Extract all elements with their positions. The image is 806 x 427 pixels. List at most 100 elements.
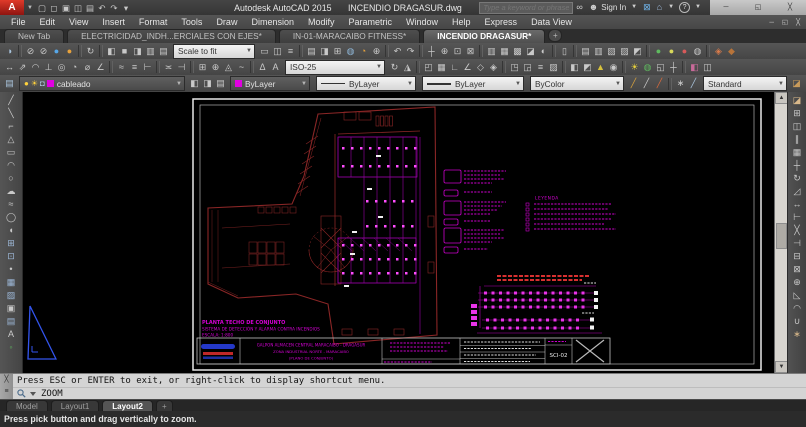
dim-update-icon[interactable]: ↻ <box>388 61 401 74</box>
join-icon[interactable]: ⊕ <box>790 276 804 289</box>
separator[interactable] <box>479 45 483 57</box>
restore-button[interactable]: ◱ <box>748 0 768 15</box>
polar-icon[interactable]: ∠ <box>461 61 474 74</box>
menu-item[interactable]: Edit <box>33 15 63 29</box>
dim-linear-icon[interactable]: ↔ <box>3 61 16 74</box>
viewport-polygonal-icon[interactable]: ▥ <box>144 45 157 58</box>
dim-style-icon[interactable]: ◮ <box>401 61 414 74</box>
fillet-icon[interactable]: ◠ <box>790 302 804 315</box>
designcenter-icon[interactable]: ▦ <box>498 45 511 58</box>
layer-lock-icon[interactable]: ◘ <box>40 79 45 88</box>
redo-list-icon[interactable]: ↷ <box>404 45 417 58</box>
separator[interactable] <box>109 61 113 73</box>
redo-icon[interactable]: ↷ <box>108 2 120 14</box>
express-tool-icon[interactable]: ◆ <box>725 45 738 58</box>
autocad-logo[interactable]: A <box>0 0 24 15</box>
dim-continue-icon[interactable]: ⊢ <box>141 61 154 74</box>
add-selected-icon[interactable]: ◦ <box>4 341 18 354</box>
recent-commands-caret-icon[interactable] <box>30 391 36 396</box>
qnew-icon[interactable]: ▢ <box>36 2 48 14</box>
erase-icon[interactable]: ◪ <box>790 94 804 107</box>
layer-walk-icon[interactable]: ◩ <box>631 45 644 58</box>
offset-icon[interactable]: ∥ <box>790 133 804 146</box>
zoom-previous-icon[interactable]: ⊠ <box>464 45 477 58</box>
etransmit-icon[interactable]: ◔ <box>357 45 370 58</box>
break-at-point-icon[interactable]: ⊟ <box>790 250 804 263</box>
construction-line-icon[interactable]: ╲ <box>4 107 18 120</box>
separator[interactable] <box>416 61 420 73</box>
saveas-icon[interactable]: ◫ <box>72 2 84 14</box>
separator[interactable] <box>562 61 566 73</box>
menu-item[interactable]: Parametric <box>342 15 400 29</box>
dim-diameter-icon[interactable]: ⌀ <box>81 61 94 74</box>
lineweight-toggle-icon[interactable]: ≡ <box>534 61 547 74</box>
scale-icon[interactable]: ◿ <box>790 185 804 198</box>
mirror-icon[interactable]: ◫ <box>790 120 804 133</box>
center-mark-icon[interactable]: ⊕ <box>209 61 222 74</box>
sign-in-button[interactable]: Sign In <box>601 3 628 12</box>
separator[interactable] <box>668 77 672 90</box>
dim-angular-icon[interactable]: ∠ <box>94 61 107 74</box>
ortho-icon[interactable]: ∟ <box>448 61 461 74</box>
menu-item[interactable]: View <box>62 15 95 29</box>
file-tab[interactable]: IN-01-MARACAIBO FITNESS* <box>278 29 421 43</box>
lengthen-icon[interactable]: ⊢ <box>790 211 804 224</box>
separator[interactable] <box>190 61 194 73</box>
explode-icon[interactable]: ∗ <box>790 328 804 341</box>
polygon-icon[interactable]: △ <box>4 133 18 146</box>
dim-style-combo[interactable]: ISO-25 ▼ <box>285 59 385 75</box>
search-input[interactable] <box>479 1 574 14</box>
command-customize-icon[interactable]: ≡ <box>4 386 8 398</box>
chamfer-icon[interactable]: ◺ <box>790 289 804 302</box>
copy-icon[interactable]: ⊞ <box>790 107 804 120</box>
separator[interactable] <box>18 45 22 57</box>
sheetset-manager-icon[interactable]: ▭ <box>258 45 271 58</box>
menu-item[interactable]: Format <box>132 15 175 29</box>
stretch-icon[interactable]: ↔ <box>790 198 804 211</box>
menu-item[interactable]: Dimension <box>244 15 301 29</box>
doc-close-button[interactable]: ╳ <box>792 18 804 26</box>
dim-inspect-icon[interactable]: ◬ <box>222 61 235 74</box>
menu-item[interactable]: File <box>4 15 33 29</box>
object-color-combo[interactable]: ByLayer ▼ <box>230 76 310 91</box>
grid-icon[interactable]: ▦ <box>435 61 448 74</box>
help-caret-icon[interactable]: ▼ <box>692 0 704 15</box>
rectangle-icon[interactable]: ▭ <box>4 146 18 159</box>
separator[interactable] <box>646 45 650 57</box>
dim-text-edit-icon[interactable]: A <box>269 61 282 74</box>
materials-icon[interactable]: ◐ <box>537 45 550 58</box>
separator[interactable] <box>706 45 710 57</box>
separator[interactable] <box>419 45 423 57</box>
dim-arclength-icon[interactable]: ◠ <box>29 61 42 74</box>
menu-item[interactable]: Data View <box>524 15 579 29</box>
undo-list-icon[interactable]: ↶ <box>391 45 404 58</box>
dbconnect-icon[interactable]: ◍ <box>344 45 357 58</box>
hardware-accel-icon[interactable]: ◍ <box>641 61 654 74</box>
settings-icon[interactable]: ◍ <box>691 45 704 58</box>
table-icon[interactable]: ▤ <box>4 315 18 328</box>
dim-edit-icon[interactable]: Δ <box>256 61 269 74</box>
batch-plot-icon[interactable]: ▨ <box>618 45 631 58</box>
paint-icon[interactable]: ◧ <box>688 61 701 74</box>
insert-block-icon[interactable]: ⊞ <box>4 237 18 250</box>
menu-item[interactable]: Draw <box>209 15 244 29</box>
selection-cycling-icon[interactable]: ◩ <box>581 61 594 74</box>
separator[interactable] <box>573 45 577 57</box>
workspace-icon[interactable]: ◑ <box>3 45 16 58</box>
viewport-join-icon[interactable]: ■ <box>118 45 131 58</box>
linetype-style-2-icon[interactable]: ╱ <box>640 77 653 90</box>
plot-preview-icon[interactable]: ⊘ <box>24 45 37 58</box>
quickcalc-icon[interactable]: ◪ <box>524 45 537 58</box>
user-icon[interactable]: ☻ <box>586 0 601 15</box>
block-editor-icon[interactable]: ◨ <box>318 45 331 58</box>
plot-icon[interactable]: ▤ <box>84 2 96 14</box>
revision-cloud-icon[interactable]: ☁ <box>4 185 18 198</box>
sheetset-open-icon[interactable]: ◫ <box>271 45 284 58</box>
hatch-icon[interactable]: ▦ <box>4 276 18 289</box>
separator[interactable] <box>299 45 303 57</box>
layer-states-icon[interactable]: ▤ <box>214 77 227 90</box>
separator[interactable] <box>78 45 82 57</box>
dim-break-icon[interactable]: ⊣ <box>175 61 188 74</box>
help-tool-icon[interactable]: ◈ <box>712 45 725 58</box>
clean-screen-icon[interactable]: ◱ <box>654 61 667 74</box>
